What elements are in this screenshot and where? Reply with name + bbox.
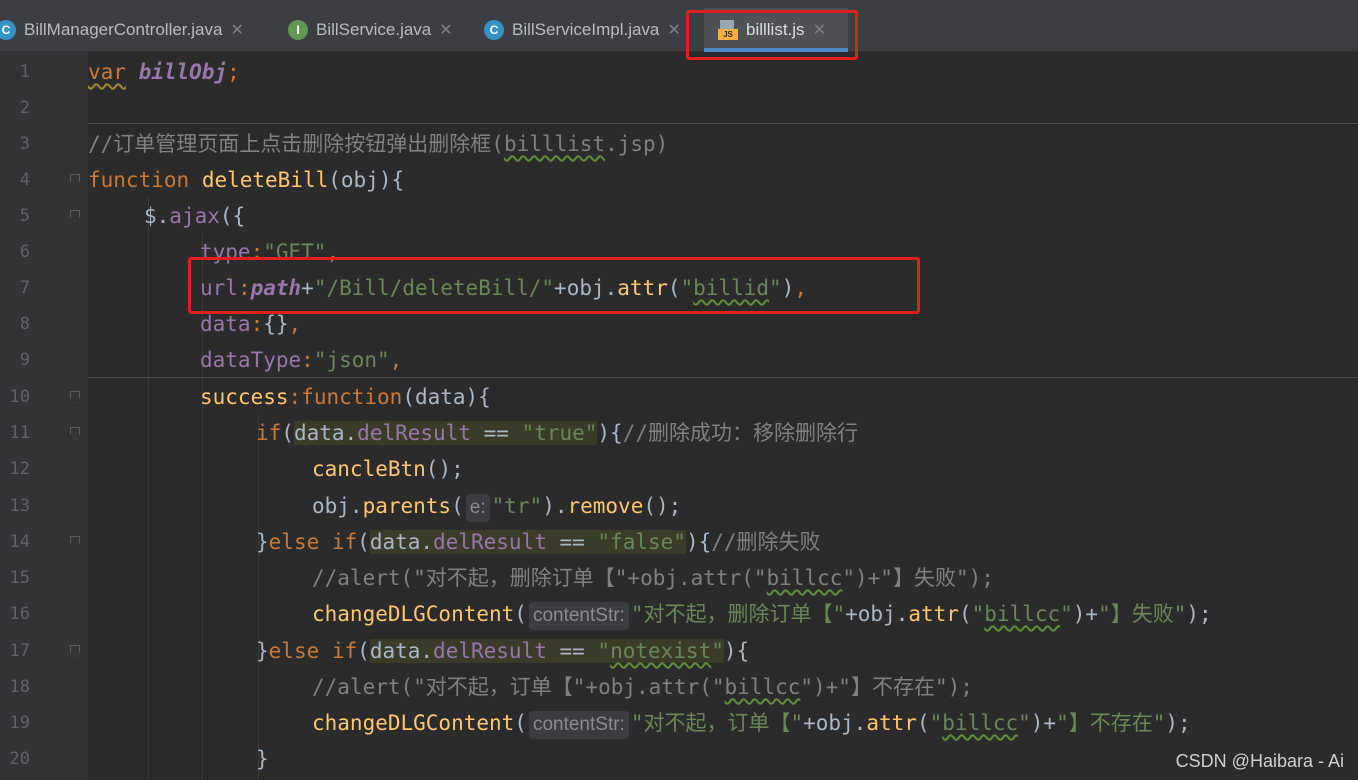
code-line: dataType:"json", — [200, 348, 403, 372]
line-number: 16 — [9, 604, 30, 624]
interface-i-icon: I — [288, 20, 308, 40]
line-number: 2 — [19, 98, 30, 118]
code-line: changeDLGContent(contentStr: "对不起，删除订单【"+… — [312, 596, 1212, 632]
line-number: 14 — [9, 532, 30, 552]
code-line: changeDLGContent(contentStr: "对不起，订单【"+ob… — [312, 705, 1191, 741]
line-number: 19 — [9, 713, 30, 733]
line-number: 9 — [19, 350, 30, 370]
tab-label: BillManagerController.java — [24, 20, 223, 39]
line-number: 11 — [9, 423, 30, 443]
code-line: //订单管理页面上点击删除按钮弹出删除框(billlist.jsp) — [88, 132, 669, 156]
line-number-gutter: 1 2 3 4 5 6 7 8 9 10 11 12 13 14 15 16 1… — [0, 52, 88, 780]
tab-label: BillServiceImpl.java — [512, 20, 660, 39]
fold-icon[interactable] — [70, 427, 80, 439]
fold-icon[interactable] — [70, 210, 80, 222]
code-line: //alert("对不起，删除订单【"+obj.attr("billcc")+"… — [312, 566, 994, 590]
code-line: }else if(data.delResult == "notexist"){ — [256, 639, 750, 663]
parameter-hint: contentStr: — [528, 602, 629, 630]
line-number: 10 — [9, 387, 30, 407]
line-number: 20 — [9, 749, 30, 769]
parameter-hint: e: — [465, 494, 490, 522]
code-line: function deleteBill(obj){ — [88, 168, 405, 192]
code-line: if(data.delResult == "true"){//删除成功：移除删除… — [256, 421, 858, 445]
parameter-hint: contentStr: — [528, 711, 629, 739]
class-c-icon: C — [484, 20, 504, 40]
line-number: 8 — [19, 314, 30, 334]
line-number: 1 — [19, 62, 30, 82]
line-number: 18 — [9, 677, 30, 697]
line-number: 7 — [19, 278, 30, 298]
code-line: obj.parents(e: "tr").remove(); — [312, 488, 681, 524]
line-number: 12 — [9, 459, 30, 479]
code-line: $.ajax({ — [144, 204, 246, 228]
indent-guide — [258, 415, 259, 780]
annotation-box-url — [188, 257, 920, 314]
class-c-icon: C — [0, 20, 16, 40]
tab-billmanagercontroller[interactable]: C BillManagerController.java ✕ — [0, 8, 268, 52]
close-icon[interactable]: ✕ — [667, 20, 680, 40]
close-icon[interactable]: ✕ — [230, 20, 243, 40]
editor-tab-bar: C BillManagerController.java ✕ I BillSer… — [0, 0, 1358, 60]
code-line: success:function(data){ — [200, 385, 491, 409]
line-number: 5 — [19, 206, 30, 226]
line-number: 15 — [9, 568, 30, 588]
close-icon[interactable]: ✕ — [439, 20, 452, 40]
code-line: var billObj; — [88, 60, 240, 84]
fold-icon[interactable] — [70, 645, 80, 657]
code-line: } — [256, 747, 269, 771]
code-line: //alert("对不起，订单【"+obj.attr("billcc")+"】不… — [312, 675, 973, 699]
fold-icon[interactable] — [70, 391, 80, 403]
code-line: }else if(data.delResult == "false"){//删除… — [256, 530, 821, 554]
tab-label: BillService.java — [316, 20, 432, 39]
line-number: 17 — [9, 641, 30, 661]
code-line: cancleBtn(); — [312, 457, 464, 481]
fold-icon[interactable] — [70, 174, 80, 186]
method-separator — [88, 123, 1358, 124]
line-number: 3 — [19, 134, 30, 154]
tab-billservice[interactable]: I BillService.java ✕ — [288, 8, 466, 52]
code-editor[interactable]: var billObj; //订单管理页面上点击删除按钮弹出删除框(billli… — [88, 52, 1358, 780]
indent-guide — [148, 196, 149, 780]
fold-icon[interactable] — [70, 536, 80, 548]
line-number: 4 — [19, 170, 30, 190]
tab-billserviceimpl[interactable]: C BillServiceImpl.java ✕ — [484, 8, 694, 52]
line-number: 13 — [9, 496, 30, 516]
watermark: CSDN @Haibara - Ai — [1175, 751, 1344, 771]
line-number: 6 — [19, 242, 30, 262]
